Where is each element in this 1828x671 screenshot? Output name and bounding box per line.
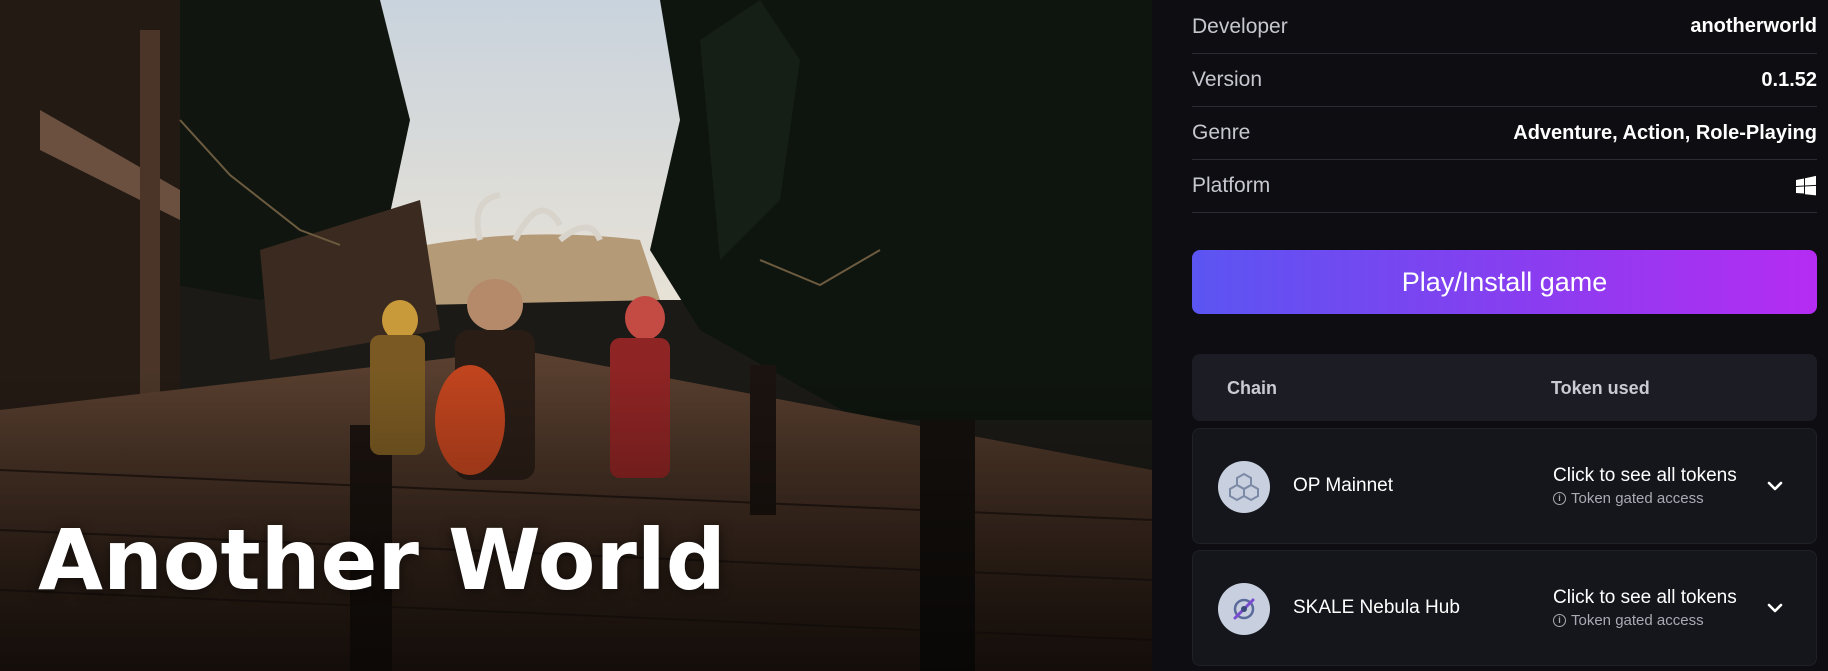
see-all-tokens-link[interactable]: Click to see all tokens <box>1553 587 1737 609</box>
chain-name: SKALE Nebula Hub <box>1293 597 1460 618</box>
see-all-tokens-link[interactable]: Click to see all tokens <box>1553 465 1737 487</box>
chain-name: OP Mainnet <box>1293 475 1393 496</box>
chevron-down-icon[interactable] <box>1766 477 1784 495</box>
chevron-down-icon[interactable] <box>1766 599 1784 617</box>
detail-label: Version <box>1192 68 1263 91</box>
game-hero-image: Another World <box>0 0 1152 671</box>
column-header-token: Token used <box>1551 378 1650 398</box>
info-icon: i <box>1553 614 1566 627</box>
token-gated-note: i Token gated access <box>1553 490 1704 507</box>
detail-value: anotherworld <box>1690 15 1817 37</box>
chain-row-skale-nebula-hub[interactable]: SKALE Nebula Hub Click to see all tokens… <box>1192 550 1817 666</box>
token-note-text: Token gated access <box>1571 612 1704 629</box>
detail-row-genre: Genre Adventure, Action, Role-Playing <box>1192 107 1817 160</box>
detail-row-developer: Developer anotherworld <box>1192 0 1817 54</box>
token-note-text: Token gated access <box>1571 490 1704 507</box>
detail-label: Genre <box>1192 121 1251 144</box>
chains-table-header: Chain Token used <box>1192 354 1817 421</box>
detail-label: Developer <box>1192 14 1288 38</box>
game-title: Another World <box>38 511 726 609</box>
token-gated-note: i Token gated access <box>1553 612 1704 629</box>
op-mainnet-logo-icon <box>1218 461 1270 513</box>
play-install-button[interactable]: Play/Install game <box>1192 250 1817 314</box>
column-header-chain: Chain <box>1227 378 1278 398</box>
game-details-panel: Developer anotherworld Version 0.1.52 Ge… <box>1192 0 1817 671</box>
detail-value: 0.1.52 <box>1761 68 1817 91</box>
detail-row-version: Version 0.1.52 <box>1192 54 1817 107</box>
detail-label: Platform <box>1192 174 1271 197</box>
chain-row-op-mainnet[interactable]: OP Mainnet Click to see all tokens i Tok… <box>1192 428 1817 544</box>
windows-icon <box>1795 175 1817 197</box>
skale-nebula-logo-icon <box>1218 583 1270 635</box>
detail-row-platform: Platform <box>1192 160 1817 213</box>
info-icon: i <box>1553 492 1566 505</box>
game-detail-page: Another World Developer anotherworld Ver… <box>0 0 1828 671</box>
detail-value: Adventure, Action, Role-Playing <box>1513 121 1817 144</box>
